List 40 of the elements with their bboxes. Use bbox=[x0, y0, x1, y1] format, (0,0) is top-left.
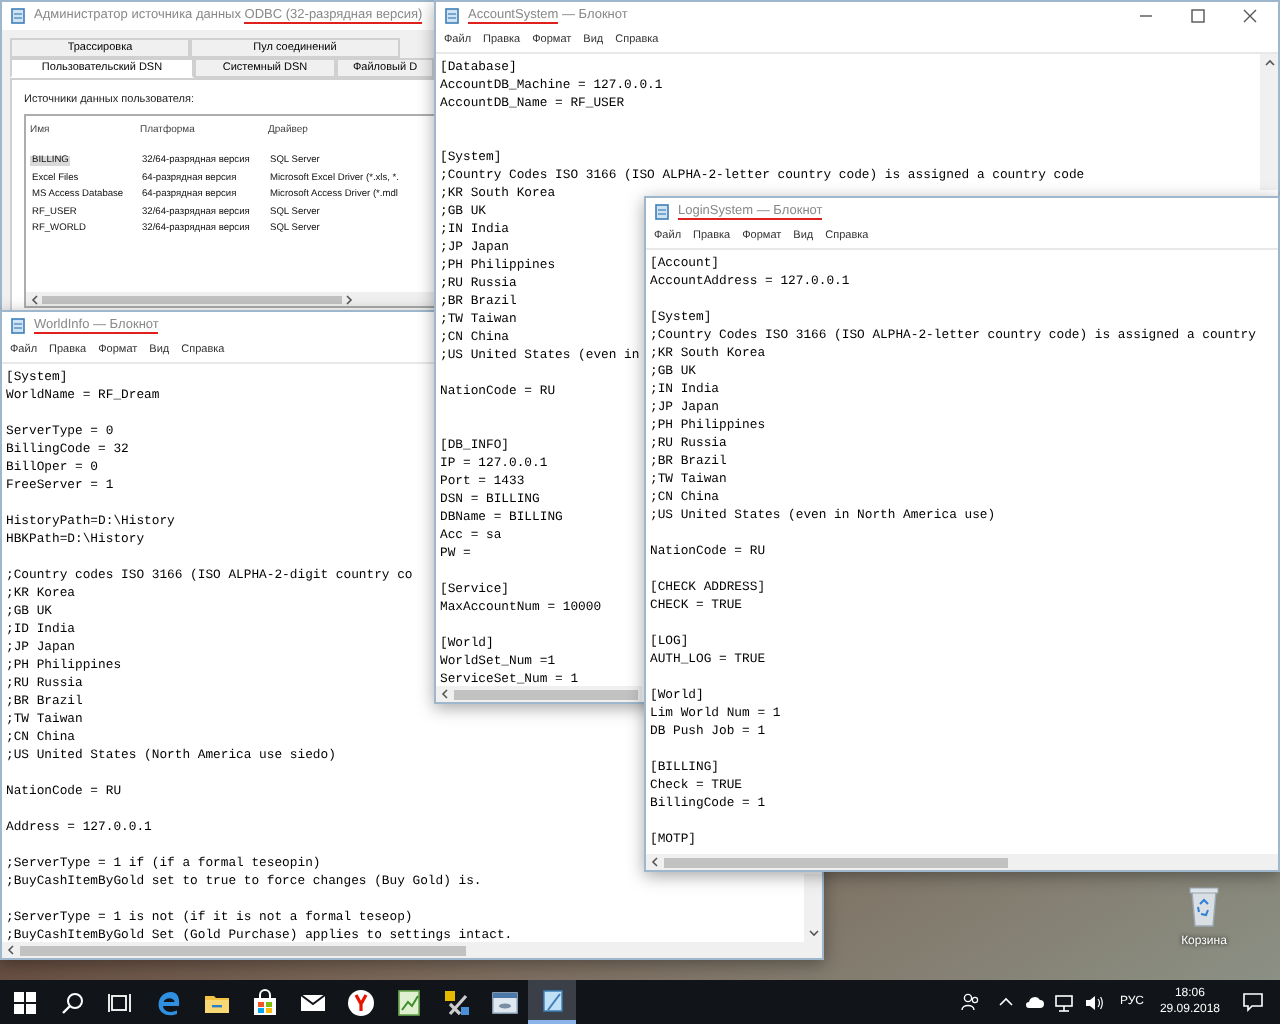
vertical-scrollbar[interactable] bbox=[804, 874, 822, 942]
app-icon bbox=[654, 204, 670, 220]
horizontal-scrollbar[interactable] bbox=[646, 854, 1278, 870]
scroll-left-icon[interactable] bbox=[440, 688, 448, 700]
scroll-left-icon[interactable] bbox=[6, 944, 14, 956]
shopping-bag-icon bbox=[249, 987, 279, 1017]
browser-y-icon bbox=[345, 987, 375, 1017]
scroll-right-icon[interactable] bbox=[346, 293, 354, 306]
scroll-left-icon[interactable] bbox=[650, 856, 658, 868]
scroll-thumb[interactable] bbox=[454, 689, 638, 699]
cloud-icon[interactable] bbox=[1023, 994, 1044, 1010]
scroll-down-icon[interactable] bbox=[807, 930, 819, 938]
chevron-up-icon[interactable] bbox=[997, 994, 1014, 1010]
scroll-thumb[interactable] bbox=[664, 857, 1008, 867]
maximize-icon[interactable] bbox=[1190, 8, 1206, 24]
recycle-bin-icon[interactable] bbox=[1186, 884, 1222, 928]
app-icon bbox=[10, 8, 26, 24]
network-icon[interactable] bbox=[1053, 993, 1074, 1011]
scroll-up-icon[interactable] bbox=[1263, 58, 1275, 66]
database-window-icon bbox=[489, 987, 519, 1017]
vertical-scrollbar[interactable] bbox=[1260, 54, 1278, 190]
horizontal-scrollbar[interactable] bbox=[436, 686, 642, 702]
scroll-thumb[interactable] bbox=[42, 295, 342, 304]
notepad-icon bbox=[537, 985, 567, 1015]
people-icon[interactable] bbox=[959, 992, 980, 1012]
volume-icon[interactable] bbox=[1083, 993, 1104, 1011]
notification-icon[interactable] bbox=[1242, 992, 1264, 1012]
search-icon bbox=[57, 987, 87, 1017]
app-icon bbox=[10, 318, 26, 334]
browser-e-icon bbox=[153, 987, 183, 1017]
close-icon[interactable] bbox=[1242, 8, 1258, 24]
start-icon bbox=[9, 987, 39, 1017]
taskbar-button[interactable] bbox=[528, 980, 576, 1024]
horizontal-scrollbar[interactable] bbox=[2, 942, 822, 958]
horizontal-scrollbar[interactable] bbox=[26, 292, 434, 307]
chart-pad-icon bbox=[393, 987, 423, 1017]
app-icon bbox=[444, 8, 460, 24]
tools-icon bbox=[441, 987, 471, 1017]
scroll-left-icon[interactable] bbox=[30, 293, 38, 306]
scroll-thumb[interactable] bbox=[20, 945, 467, 955]
